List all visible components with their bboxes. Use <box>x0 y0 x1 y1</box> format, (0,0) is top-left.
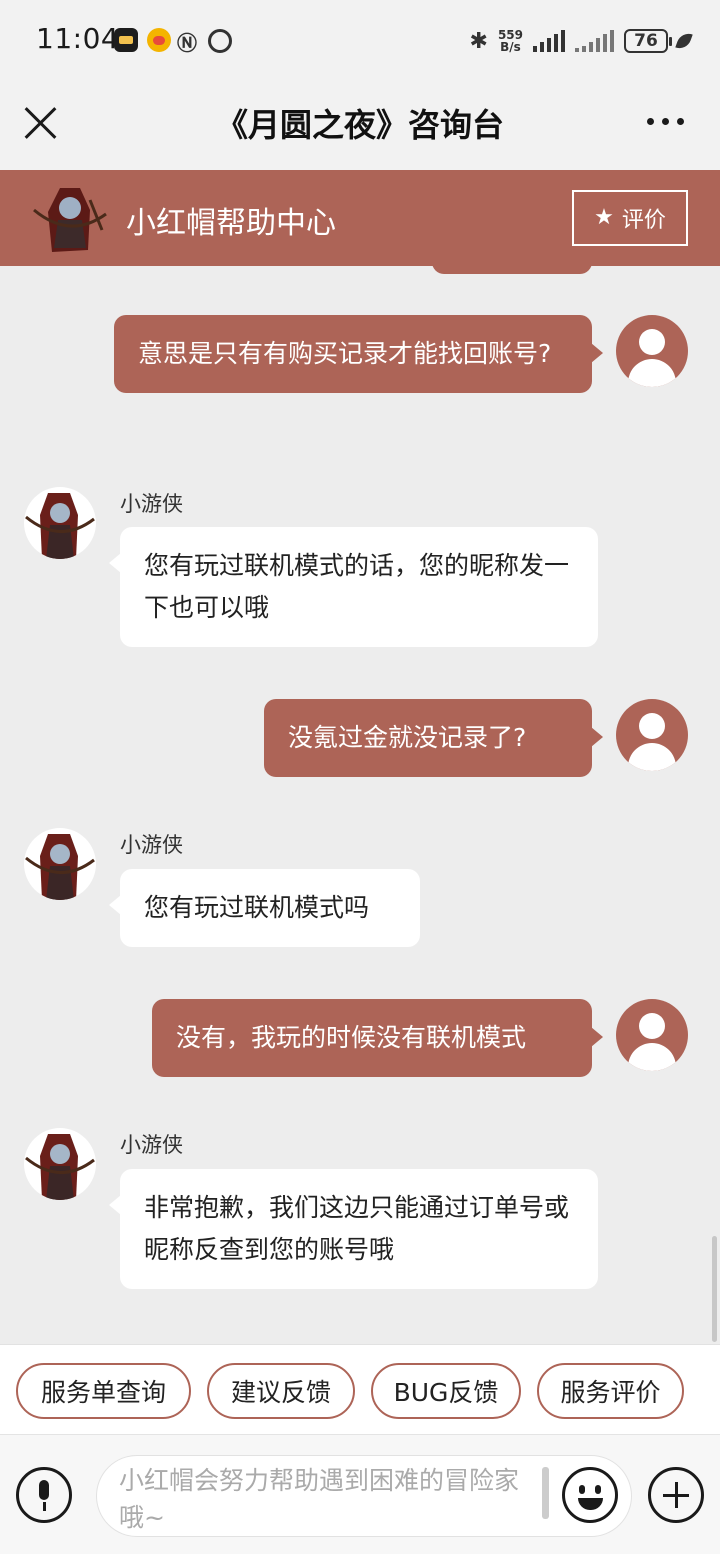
agent-name: 小游侠 <box>120 833 183 857</box>
alarm-icon <box>208 29 232 53</box>
status-indicators: ✱ 559 B/s 76 <box>469 26 693 56</box>
agent-message: 您有玩过联机模式吗 <box>109 869 420 947</box>
chat-scrollbar[interactable] <box>712 1236 717 1342</box>
user-message: 没有，我玩的时候没有联机模式 <box>152 999 603 1077</box>
network-speed: 559 B/s <box>498 29 523 53</box>
rate-button-label: 评价 <box>621 208 666 233</box>
chat-area[interactable]: 意思是只有有购买记录才能找回账号? 小游侠 您有玩过联机模式的话，您的昵称发一下… <box>0 266 720 1344</box>
feedback-button[interactable]: 建议反馈 <box>207 1363 355 1419</box>
previous-message-fragment <box>432 266 592 274</box>
battery-icon: 76 <box>624 29 672 53</box>
input-scroll-handle <box>542 1467 549 1519</box>
signal-secondary-icon <box>575 30 614 52</box>
emoji-icon[interactable] <box>562 1467 618 1523</box>
agent-name: 小游侠 <box>120 492 183 516</box>
header-avatar <box>30 180 110 260</box>
add-attachment-icon[interactable] <box>648 1467 704 1523</box>
microphone-icon[interactable] <box>16 1467 72 1523</box>
bug-report-button[interactable]: BUG反馈 <box>371 1363 521 1419</box>
bluetooth-icon: ✱ <box>469 28 488 54</box>
message-input[interactable]: 小红帽会努力帮助遇到困难的冒险家哦~ <box>96 1455 632 1537</box>
eco-mode-icon <box>675 30 693 52</box>
signal-icon <box>533 30 565 52</box>
user-avatar[interactable] <box>616 315 688 387</box>
agent-avatar[interactable] <box>24 1128 96 1200</box>
agent-avatar[interactable] <box>24 487 96 559</box>
quick-actions-bar: 服务单查询 建议反馈 BUG反馈 服务评价 <box>0 1344 720 1434</box>
agent-name: 小游侠 <box>120 1133 183 1157</box>
title-bar: 《月圆之夜》咨询台 <box>0 80 720 170</box>
more-options-icon[interactable] <box>647 118 684 125</box>
help-center-title: 小红帽帮助中心 <box>126 206 336 241</box>
nfc-icon: Ⓝ <box>177 31 197 55</box>
service-order-query-button[interactable]: 服务单查询 <box>16 1363 191 1419</box>
agent-avatar[interactable] <box>24 828 96 900</box>
network-speed-unit: B/s <box>500 40 521 54</box>
agent-message: 非常抱歉，我们这边只能通过订单号或昵称反查到您的账号哦 <box>109 1169 598 1289</box>
user-avatar[interactable] <box>616 999 688 1071</box>
agent-message: 您有玩过联机模式的话，您的昵称发一下也可以哦 <box>109 527 598 647</box>
status-time: 11:04 <box>36 22 120 55</box>
input-bar: 小红帽会努力帮助遇到困难的冒险家哦~ <box>0 1434 720 1554</box>
help-center-header: 小红帽帮助中心 ★ 评价 <box>0 170 720 266</box>
star-icon: ★ <box>594 205 614 230</box>
rate-button[interactable]: ★ 评价 <box>572 190 688 246</box>
user-message: 没氪过金就没记录了? <box>264 699 603 777</box>
app-notification-icon <box>114 28 138 52</box>
service-rating-button[interactable]: 服务评价 <box>537 1363 684 1419</box>
weibo-icon <box>147 28 171 52</box>
page-title: 《月圆之夜》咨询台 <box>215 106 504 144</box>
user-avatar[interactable] <box>616 699 688 771</box>
status-bar: 11:04 Ⓝ ✱ 559 B/s 76 <box>0 0 720 80</box>
user-message: 意思是只有有购买记录才能找回账号? <box>114 315 603 393</box>
